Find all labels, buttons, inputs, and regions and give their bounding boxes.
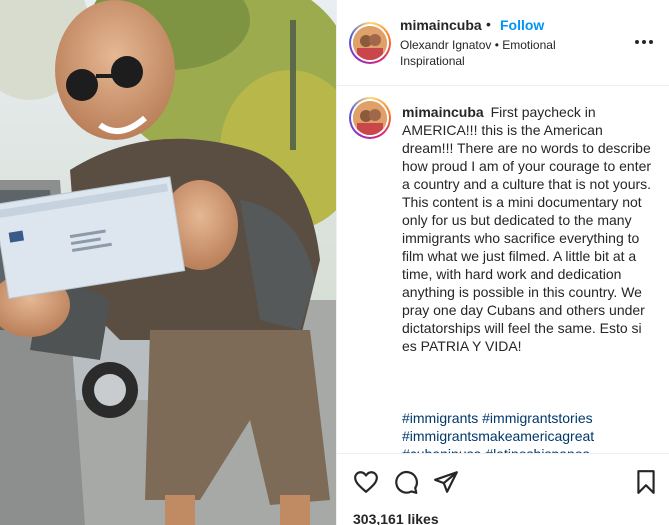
caption-area: mimaincuba First paycheck in AMERICA!!! … [337,87,669,453]
hashtag-line[interactable]: #immigrantsmakeamericagreat [402,427,652,445]
send-icon[interactable] [433,469,459,495]
post-panel: mimaincuba • Follow Olexandr Ignatov • E… [336,0,669,525]
post-header: mimaincuba • Follow Olexandr Ignatov • E… [337,0,669,86]
audio-attribution[interactable]: Olexandr Ignatov • Emotional Inspiration… [400,37,600,69]
follow-button[interactable]: Follow [500,17,544,33]
caption-avatar[interactable] [349,97,391,139]
comment-icon[interactable] [393,469,419,495]
like-count[interactable]: 303,161 likes [353,511,439,525]
caption-text: First paycheck in AMERICA!!! this is the… [402,104,652,354]
heart-icon[interactable] [353,469,379,495]
caption-username[interactable]: mimaincuba [402,104,484,120]
hashtag-line[interactable]: #cubaninusa #latinoshispanos [402,445,652,453]
more-options-icon[interactable] [633,32,655,52]
bookmark-icon[interactable] [633,469,659,495]
hashtag-line[interactable]: #immigrants #immigrantstories [402,409,652,427]
header-separator: • [486,16,491,32]
header-username[interactable]: mimaincuba [400,17,482,33]
photo-illustration [0,0,336,525]
avatar[interactable] [349,22,391,64]
action-bar: 303,161 likes [337,453,669,525]
post-photo[interactable] [0,0,336,525]
post-caption: mimaincuba First paycheck in AMERICA!!! … [402,103,652,355]
hashtags: #immigrants #immigrantstories #immigrant… [402,409,652,453]
